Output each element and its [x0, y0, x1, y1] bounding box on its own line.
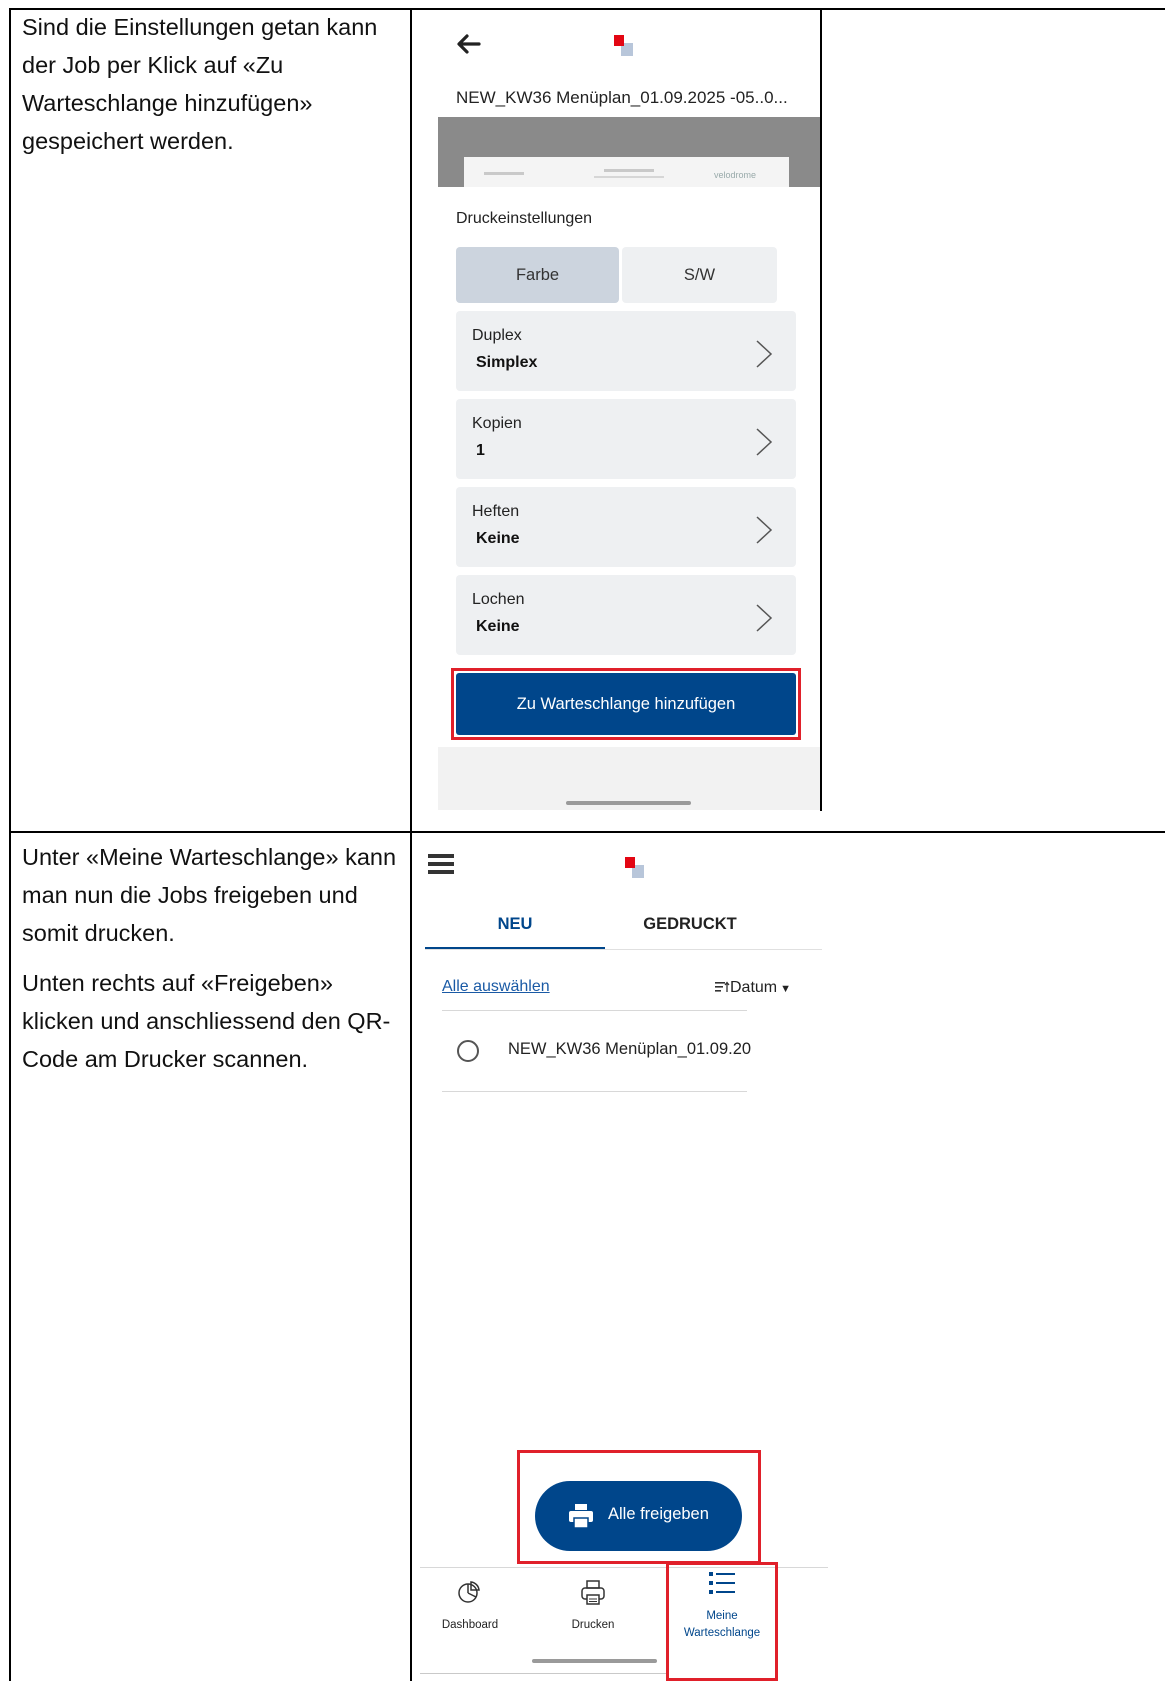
color-toggle-farbe[interactable]: Farbe — [456, 247, 619, 303]
setting-value: Keine — [476, 530, 520, 547]
table-border-middle — [410, 8, 412, 1681]
nav-dashboard[interactable]: Dashboard — [425, 1580, 515, 1650]
tab-label: GEDRUCKT — [643, 915, 737, 933]
tab-divider — [425, 949, 822, 950]
release-all-button[interactable]: Alle freigeben — [535, 1481, 742, 1551]
list-divider — [442, 1091, 747, 1092]
instruction-text-1: Sind die Einstellungen getan kann der Jo… — [22, 8, 402, 160]
nav-label: Warteschlange — [683, 1627, 761, 1639]
instruction-paragraph: Unter «Meine Warteschlange» kann man nun… — [22, 844, 397, 946]
app-logo-icon — [614, 35, 640, 61]
back-arrow-icon[interactable] — [455, 33, 481, 55]
printer-icon — [569, 1504, 593, 1529]
sort-label: Datum — [730, 979, 778, 996]
table-border-left — [9, 8, 11, 1681]
setting-value: Simplex — [476, 354, 538, 371]
preview-line — [604, 169, 654, 172]
color-toggle-sw[interactable]: S/W — [622, 247, 777, 303]
setting-kopien[interactable]: Kopien 1 — [456, 399, 796, 479]
instruction-paragraph: Unten rechts auf «Freigeben» klicken und… — [22, 970, 391, 1072]
chevron-right-icon — [756, 516, 773, 544]
nav-print[interactable]: Drucken — [548, 1580, 638, 1650]
instruction-text-2: Unter «Meine Warteschlange» kann man nun… — [22, 838, 402, 1078]
queue-screenshot: NEU GEDRUCKT Alle auswählen Datum ▼ NEW_K… — [420, 835, 828, 1681]
select-all-link[interactable]: Alle auswählen — [442, 978, 550, 996]
setting-label: Lochen — [472, 591, 525, 608]
radio-icon[interactable] — [457, 1040, 479, 1062]
hamburger-menu-icon[interactable] — [428, 853, 454, 875]
preview-line — [484, 172, 524, 175]
pie-chart-icon — [458, 1581, 480, 1603]
tab-gedruckt[interactable]: GEDRUCKT — [605, 915, 775, 934]
add-to-queue-button[interactable]: Zu Warteschlange hinzufügen — [456, 673, 796, 735]
tab-neu[interactable]: NEU — [425, 915, 605, 934]
chevron-right-icon — [756, 428, 773, 456]
app-logo-icon — [625, 857, 651, 883]
color-option-label: Farbe — [515, 266, 560, 284]
color-option-label: S/W — [683, 266, 716, 284]
home-indicator — [532, 1659, 657, 1663]
nav-label: Meine — [706, 1610, 738, 1622]
job-name: NEW_KW36 Menüplan_01.09.20 — [508, 1040, 752, 1058]
setting-heften[interactable]: Heften Keine — [456, 487, 796, 567]
setting-value: 1 — [476, 442, 485, 459]
setting-label: Kopien — [472, 415, 522, 432]
sort-icon — [715, 981, 730, 992]
table-row-divider — [9, 831, 1165, 833]
preview-brand: velodrome — [714, 170, 757, 180]
print-settings-screenshot: NEW_KW36 Menüplan_01.09.2025 -05..0... v… — [438, 10, 820, 810]
instruction-paragraph: Sind die Einstellungen getan kann der Jo… — [22, 14, 378, 154]
list-icon — [709, 1572, 735, 1594]
file-title: NEW_KW36 Menüplan_01.09.2025 -05..0... — [456, 88, 788, 107]
bottom-edge — [420, 1673, 666, 1674]
home-indicator — [566, 801, 691, 805]
setting-label: Duplex — [472, 327, 522, 344]
nav-my-queue[interactable]: Meine Warteschlange — [672, 1570, 772, 1670]
setting-label: Heften — [472, 503, 520, 520]
section-title: Druckeinstellungen — [456, 210, 593, 227]
printer-icon — [581, 1580, 605, 1605]
tab-label: NEU — [497, 915, 533, 933]
add-to-queue-label: Zu Warteschlange hinzufügen — [516, 695, 736, 713]
dropdown-caret-icon: ▼ — [780, 983, 792, 995]
sort-control[interactable]: Datum ▼ — [715, 979, 791, 997]
table-border-right-top — [820, 8, 822, 811]
setting-duplex[interactable]: Duplex Simplex — [456, 311, 796, 391]
nav-label: Dashboard — [441, 1619, 499, 1631]
document-preview: velodrome — [438, 117, 820, 193]
setting-value: Keine — [476, 618, 520, 635]
nav-label: Drucken — [571, 1619, 615, 1631]
release-all-label: Alle freigeben — [608, 1505, 709, 1523]
setting-lochen[interactable]: Lochen Keine — [456, 575, 796, 655]
preview-line — [594, 176, 664, 178]
chevron-right-icon — [756, 604, 773, 632]
chevron-right-icon — [756, 340, 773, 368]
list-item[interactable]: NEW_KW36 Menüplan_01.09.20 — [442, 1011, 751, 1091]
